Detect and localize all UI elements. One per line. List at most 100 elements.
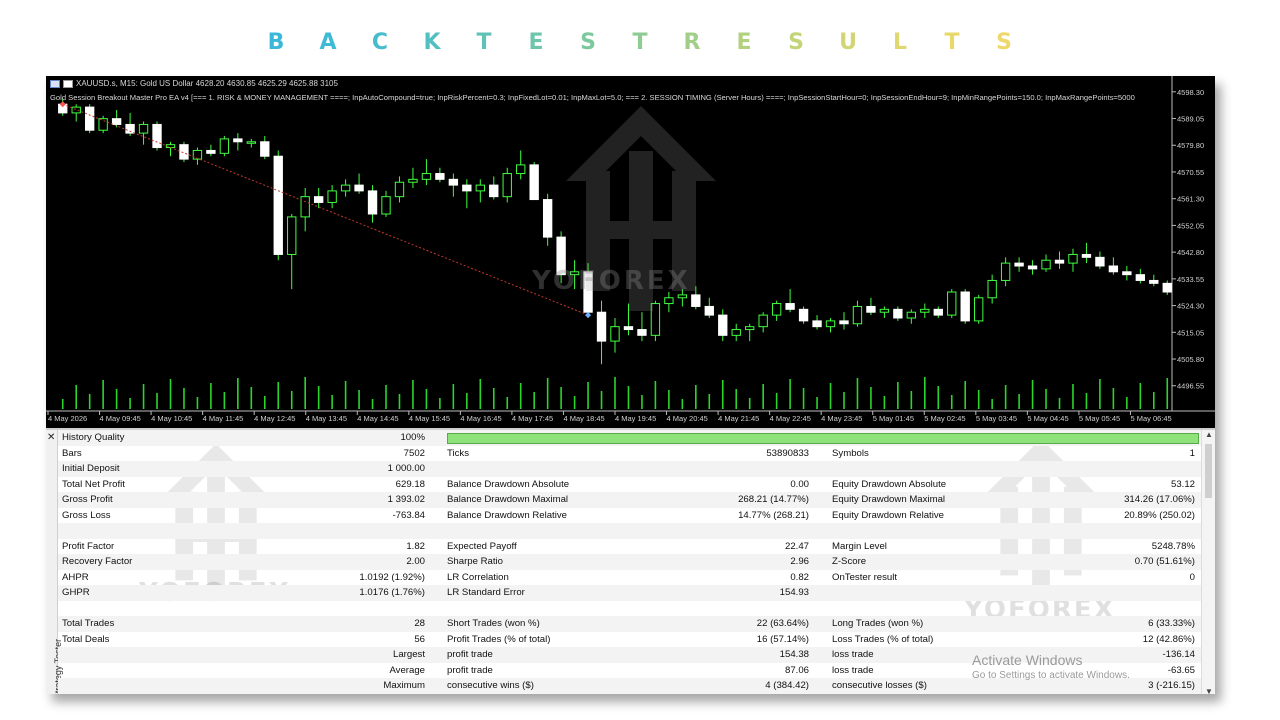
stats-value: 100% — [400, 432, 425, 443]
candle-body — [408, 178, 418, 183]
stats-row — [58, 523, 1201, 539]
stats-value: 56 — [414, 633, 425, 645]
stats-label: Z-Score — [832, 556, 867, 567]
banner-letter: T — [632, 30, 648, 55]
stats-label: Gross Loss — [62, 509, 111, 521]
stats-value: 0.82 — [790, 571, 809, 583]
stats-label: OnTester result — [832, 571, 898, 583]
candle-body — [1081, 253, 1092, 258]
candle-body — [475, 184, 485, 192]
stats-label: loss trade — [832, 649, 874, 660]
banner-letter: A — [319, 30, 337, 55]
stats-value: 314.26 (17.06%) — [1124, 494, 1195, 505]
stats-row: Gross Loss -763.84 Balance Drawdown Relati… — [58, 508, 1201, 524]
candle-body — [798, 308, 809, 322]
banner-letter: S — [996, 30, 1012, 55]
tester-scrollbar[interactable]: ▲ ▼ — [1201, 430, 1215, 694]
price-chart[interactable]: 4598.30 4589.05 4579.80 4570.55 4561.30 4552.… — [46, 76, 1215, 426]
scroll-up-icon[interactable]: ▲ — [1205, 430, 1213, 439]
stats-value: 0.00 — [790, 478, 809, 490]
candle-body — [98, 118, 108, 131]
stats-value: -63.65 — [1167, 664, 1195, 676]
stats-value: 268.21 (14.77%) — [738, 494, 809, 505]
stats-value: 53.12 — [1170, 478, 1195, 490]
candle-body — [219, 138, 230, 154]
stats-label: Total Deals — [62, 633, 110, 645]
banner-letter: R — [683, 30, 701, 55]
activate-windows-subtitle: Go to Settings to activate Windows. — [972, 670, 1130, 681]
time-label: 5 May 03:45 — [976, 414, 1017, 423]
candle-body — [435, 173, 445, 180]
stats-value: 6 (33.33%) — [1148, 618, 1195, 629]
stats-label: Loss Trades (% of total) — [832, 633, 934, 645]
stats-label: Ticks — [447, 447, 470, 459]
stats-value: 0.70 (51.61%) — [1134, 556, 1195, 567]
stats-label: Total Net Profit — [62, 478, 125, 490]
stats-label: Total Trades — [62, 618, 115, 629]
time-label: 4 May 12:45 — [254, 414, 295, 423]
time-label: 4 May 11:45 — [203, 414, 244, 423]
banner-letter: S — [580, 30, 596, 55]
stats-label: Short Trades (won %) — [447, 618, 540, 629]
banner-letter: L — [892, 30, 908, 55]
price-label: 4561.30 — [1177, 195, 1204, 204]
stats-label: Equity Drawdown Maximal — [832, 494, 946, 505]
yoforex-logo-icon — [566, 106, 716, 311]
candle-body — [381, 196, 391, 215]
banner-letter: C — [371, 30, 389, 55]
banner-letter: U — [839, 30, 857, 55]
stats-label: Sharpe Ratio — [447, 556, 503, 567]
stats-label: Balance Drawdown Maximal — [447, 494, 569, 505]
candle-body — [1149, 279, 1159, 284]
candle-body — [1054, 259, 1065, 264]
candle-body — [947, 291, 957, 316]
tester-side-strip: ✕ Strategy Tester — [46, 430, 63, 694]
stats-value: Largest — [393, 649, 425, 660]
time-label: 4 May 13:45 — [306, 414, 347, 423]
candle-body — [1122, 271, 1132, 276]
stats-row: Initial Deposit 1 000.00 — [58, 461, 1201, 477]
price-label: 4570.55 — [1177, 168, 1204, 177]
candle-body — [340, 184, 351, 192]
stats-label: Profit Factor — [62, 540, 115, 552]
candle-body — [987, 279, 997, 299]
chart-window-icon — [50, 79, 60, 88]
candle-body — [731, 329, 741, 336]
stats-row: GHPR 1.0176 (1.76%) LR Standard Error 154.9… — [58, 585, 1201, 601]
candle-body — [1068, 253, 1078, 264]
candle-body — [489, 184, 499, 198]
candle-body — [1041, 259, 1051, 270]
stats-label: Balance Drawdown Absolute — [447, 478, 570, 490]
close-icon[interactable]: ✕ — [47, 432, 55, 443]
stats-label: Balance Drawdown Relative — [447, 509, 567, 521]
candle-body — [1108, 265, 1119, 273]
stats-value: 28 — [414, 618, 425, 629]
stats-row: Recovery Factor 2.00 Sharpe Ratio 2.96 Z-Sco… — [58, 554, 1201, 570]
scrollbar-thumb[interactable] — [1205, 444, 1212, 498]
stats-value: 0 — [1189, 571, 1195, 583]
stats-value: 14.77% (268.21) — [738, 509, 809, 521]
candle-body — [394, 181, 405, 198]
candle-body — [879, 308, 890, 313]
candle-body — [758, 314, 768, 328]
stats-value: 154.93 — [779, 587, 809, 598]
time-label: 5 May 06:45 — [1130, 414, 1171, 423]
time-label: 5 May 01:45 — [873, 414, 914, 423]
scroll-down-icon[interactable]: ▼ — [1205, 687, 1213, 694]
price-label: 4542.80 — [1177, 248, 1204, 257]
stats-label: consecutive wins ($) — [447, 680, 534, 691]
stats-value: 1.0192 (1.92%) — [359, 571, 425, 583]
candle-body — [1027, 265, 1038, 270]
candle-body — [152, 123, 162, 149]
candle-body — [839, 320, 849, 325]
candle-body — [906, 311, 917, 319]
candle-body — [260, 141, 270, 157]
banner-letter: T — [476, 30, 492, 55]
candle-body — [206, 149, 216, 154]
stats-label: Recovery Factor — [62, 556, 133, 567]
stats-label: LR Standard Error — [447, 587, 525, 598]
price-label: 4533.55 — [1177, 275, 1204, 284]
stats-value: 22 (63.64%) — [756, 618, 809, 629]
mt5-terminal-window: 4598.30 4589.05 4579.80 4570.55 4561.30 4552.… — [46, 76, 1215, 694]
chart-type-icon — [63, 79, 73, 88]
